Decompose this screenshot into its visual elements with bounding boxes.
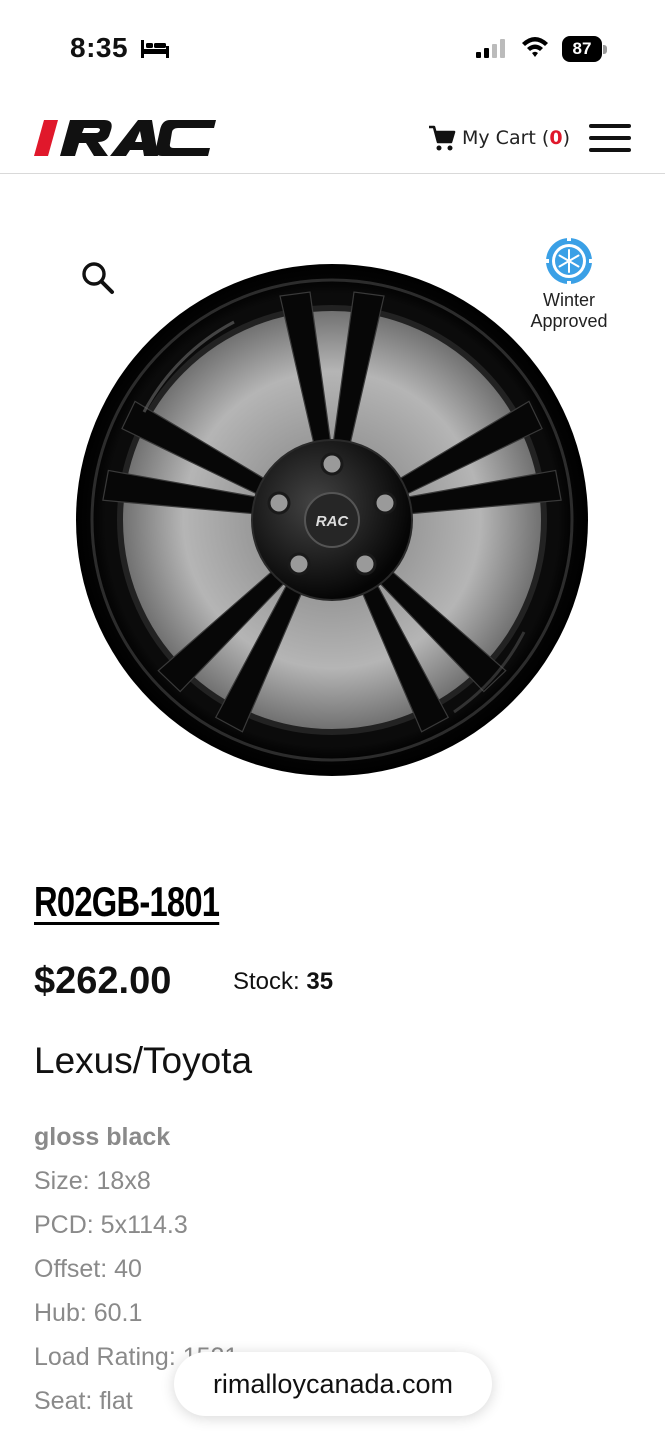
spec-size: Size: 18x8 — [34, 1167, 151, 1195]
stock-value: 35 — [306, 968, 334, 995]
cart-icon — [429, 125, 456, 151]
winter-label-line2: Approved — [530, 311, 608, 331]
cart-count: 0 — [549, 127, 563, 149]
cart-paren-open: ( — [541, 127, 550, 149]
menu-icon[interactable] — [589, 124, 631, 154]
cart-label: My Cart — [462, 127, 536, 149]
winter-label-line1: Winter — [542, 290, 595, 310]
winter-approved-badge: Winter Approved — [520, 236, 618, 332]
product-brand: Lexus/Toyota — [34, 1040, 253, 1081]
status-time: 8:35 — [70, 32, 129, 63]
rac-logo[interactable] — [34, 120, 216, 156]
browser-url-bar[interactable]: rimalloycanada.com — [174, 1352, 492, 1416]
spec-finish: gloss black — [34, 1123, 171, 1151]
my-cart-link[interactable]: My Cart (0) — [428, 124, 570, 152]
bed-icon — [141, 40, 169, 58]
stock-label: Stock: — [233, 968, 300, 995]
snowflake-icon — [544, 236, 594, 286]
cart-paren-close: ) — [562, 127, 570, 149]
site-header: My Cart (0) — [0, 96, 665, 174]
product-image[interactable]: RAC — [74, 262, 590, 778]
stock-info: Stock: 35 — [233, 968, 333, 996]
battery-indicator: 87 — [562, 36, 607, 62]
product-title[interactable]: R02GB-1801 — [34, 878, 220, 926]
wifi-icon — [522, 37, 548, 57]
spec-pcd: PCD: 5x114.3 — [34, 1211, 188, 1239]
spec-hub: Hub: 60.1 — [34, 1299, 143, 1327]
product-price: $262.00 — [34, 960, 172, 1002]
center-cap-logo: RAC — [316, 513, 350, 530]
signal-icon — [476, 39, 505, 58]
battery-level: 87 — [562, 36, 602, 62]
spec-offset: Offset: 40 — [34, 1255, 142, 1283]
status-bar: 8:35 87 — [0, 0, 665, 96]
